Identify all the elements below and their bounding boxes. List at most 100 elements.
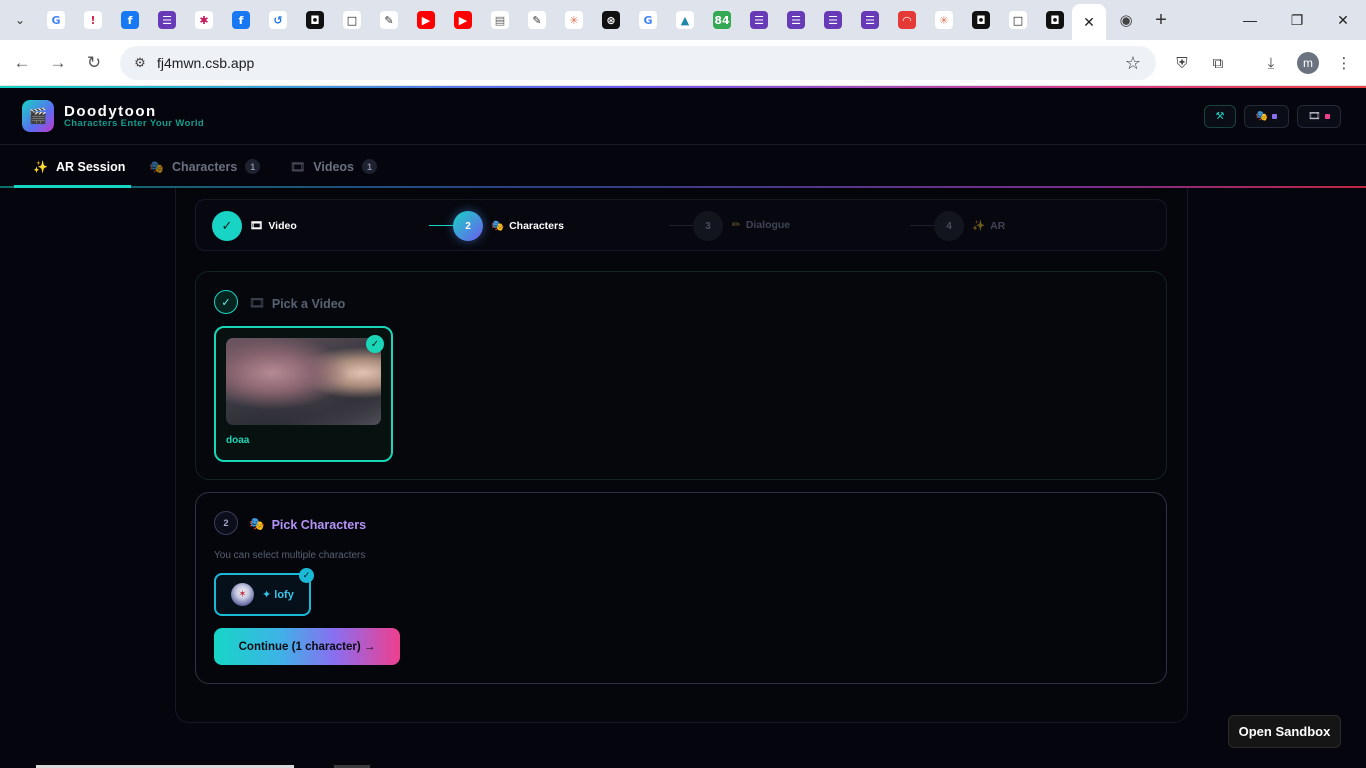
pick-video-section: ✓ 🎞 Pick a Video ✓ doaa <box>195 271 1167 480</box>
multi-select-hint: You can select multiple characters <box>214 550 366 561</box>
profile-avatar[interactable]: m <box>1297 52 1319 74</box>
step-connector-2 <box>669 225 695 226</box>
forms-favicon[interactable]: ☰ <box>158 11 176 29</box>
masks-icon: 🎭 <box>491 220 505 232</box>
tab-videos[interactable]: 🎞 Videos 1 <box>290 145 377 188</box>
step-1-label: Video <box>268 219 297 232</box>
video-card[interactable]: ✓ doaa <box>214 326 393 462</box>
youtube-favicon[interactable]: ▶ <box>417 11 435 29</box>
continue-button[interactable]: Continue (1 character) → <box>214 628 400 665</box>
section-1-check: ✓ <box>214 290 238 314</box>
active-tab[interactable]: ✕ <box>1072 4 1106 40</box>
step-4[interactable]: ✨ AR <box>972 219 1005 233</box>
claude-favicon-2[interactable]: ✳ <box>935 11 953 29</box>
brand-tagline: Characters Enter Your World <box>64 118 205 129</box>
graduation-favicon[interactable]: ▲ <box>676 11 694 29</box>
restore-icon[interactable]: ❐ <box>1285 8 1309 32</box>
puzzle-favicon-2[interactable]: ✎ <box>528 11 546 29</box>
browser-tabstrip: ⌄ G! f ☰ ✱ f ↺ ◘ □ ✎ ▶ ▶ ▤ ✎ ✳ ⊛ G ▲ 84 ☰ ☰ ☰ ☰ ◠ ✳ ◘ □ ◘ ✕ ◉ + — … <box>0 0 1366 40</box>
downloads-icon[interactable]: ⤓ <box>1260 52 1282 74</box>
new-tab-button[interactable]: + <box>1150 9 1172 31</box>
videos-count-dot <box>1324 114 1330 119</box>
header-characters-button[interactable]: 🎭 <box>1244 105 1289 128</box>
badge-84-favicon[interactable]: 84 <box>713 11 731 29</box>
menu-kebab-icon[interactable]: ⋮ <box>1333 52 1355 74</box>
video-selected-check-icon: ✓ <box>366 335 384 353</box>
reload-icon[interactable]: ↻ <box>82 51 106 75</box>
openai-favicon[interactable]: ⊛ <box>602 11 620 29</box>
step-2-label: Characters <box>509 219 564 232</box>
tab-characters-badge: 1 <box>245 159 261 174</box>
masks-icon: 🎭 <box>1255 111 1269 122</box>
history-favicon[interactable]: ↺ <box>269 11 287 29</box>
pick-video-title-text: Pick a Video <box>271 296 346 311</box>
google-favicon[interactable]: G <box>47 11 65 29</box>
app-header: 🎬 Doodytoon Characters Enter Your World … <box>0 88 1366 145</box>
alert-favicon[interactable]: ! <box>84 11 102 29</box>
chrome-favicon[interactable]: ◉ <box>1117 11 1135 29</box>
youtube-favicon-2[interactable]: ▶ <box>454 11 472 29</box>
step-3-number[interactable]: 3 <box>693 211 723 241</box>
step-2-number[interactable]: 2 <box>453 211 483 241</box>
header-videos-button[interactable]: 🎞 <box>1297 105 1341 128</box>
facebook-favicon[interactable]: f <box>121 11 139 29</box>
close-tab-icon[interactable]: ✕ <box>1083 14 1095 31</box>
extensions-puzzle-icon[interactable]: ⧉ <box>1207 52 1229 74</box>
facebook-favicon-2[interactable]: f <box>232 11 250 29</box>
step-connector-1 <box>429 225 455 226</box>
characters-count-dot <box>1272 114 1278 119</box>
tab-videos-badge: 1 <box>362 159 377 174</box>
step-4-number[interactable]: 4 <box>934 211 964 241</box>
claude-favicon[interactable]: ✳ <box>565 11 583 29</box>
step-connector-3 <box>910 225 936 226</box>
shield-extension-icon[interactable]: ⛨ <box>1171 52 1193 74</box>
square-outline-favicon-2[interactable]: □ <box>1009 11 1027 29</box>
podcast-favicon[interactable]: ◠ <box>898 11 916 29</box>
open-sandbox-button[interactable]: Open Sandbox <box>1228 715 1341 748</box>
site-settings-icon[interactable]: ⚙ <box>130 53 150 73</box>
puzzle-favicon[interactable]: ✎ <box>380 11 398 29</box>
active-tab-underline <box>14 185 131 188</box>
tab-ar-session[interactable]: ✨ AR Session <box>33 145 125 188</box>
forms-favicon-5[interactable]: ☰ <box>861 11 879 29</box>
forms-favicon-4[interactable]: ☰ <box>824 11 842 29</box>
tab-characters[interactable]: 🎭 Characters 1 <box>149 145 261 188</box>
tab-search-chevron-icon[interactable]: ⌄ <box>8 8 32 32</box>
forms-favicon-3[interactable]: ☰ <box>787 11 805 29</box>
step-1[interactable]: 🎞 Video <box>250 219 297 233</box>
monument-favicon[interactable]: ▤ <box>491 11 509 29</box>
step-1-check[interactable]: ✓ <box>212 211 242 241</box>
video-thumbnail[interactable] <box>226 338 381 425</box>
square-favicon-3[interactable]: ◘ <box>1046 11 1064 29</box>
bug-favicon[interactable]: ✱ <box>195 11 213 29</box>
film-icon: 🎞 <box>290 159 306 174</box>
address-bar[interactable]: ⚙ fj4mwn.csb.app ☆ <box>120 46 1156 80</box>
header-wrench-button[interactable]: ⚒ <box>1204 105 1236 128</box>
masks-icon: 🎭 <box>149 159 164 174</box>
square-favicon[interactable]: ◘ <box>306 11 324 29</box>
tab-videos-label: Videos <box>313 159 354 174</box>
step-2[interactable]: 🎭 Characters <box>491 219 564 233</box>
square-outline-favicon[interactable]: □ <box>343 11 361 29</box>
step-3[interactable]: ✏ Dialogue <box>732 219 790 231</box>
pick-characters-title: 🎭 Pick Characters <box>249 517 366 532</box>
character-name: ✦ lofy <box>262 589 294 601</box>
minimize-icon[interactable]: — <box>1238 8 1262 32</box>
section-2-number: 2 <box>214 511 238 535</box>
bookmark-star-icon[interactable]: ☆ <box>1122 52 1144 74</box>
square-favicon-2[interactable]: ◘ <box>972 11 990 29</box>
close-window-icon[interactable]: ✕ <box>1331 8 1355 32</box>
pencil-icon: ✏ <box>732 219 741 231</box>
wizard-stepper: ✓ 🎞 Video 2 🎭 Characters 3 ✏ Dialogue 4 … <box>195 199 1167 251</box>
forward-icon[interactable]: → <box>46 51 70 75</box>
film-icon: 🎞 <box>250 220 264 232</box>
tab-ar-session-label: AR Session <box>55 159 126 174</box>
back-icon[interactable]: ← <box>10 51 34 75</box>
forms-favicon-2[interactable]: ☰ <box>750 11 768 29</box>
pick-characters-section: 2 🎭 Pick Characters You can select multi… <box>195 492 1167 684</box>
character-avatar: ✶ <box>231 583 254 606</box>
character-chip-lofy[interactable]: ✶ ✦ lofy <box>214 573 311 616</box>
google-favicon-2[interactable]: G <box>639 11 657 29</box>
url-text[interactable]: fj4mwn.csb.app <box>157 55 254 71</box>
app-nav-tabs: ✨ AR Session 🎭 Characters 1 🎞 Videos 1 <box>0 145 1366 188</box>
